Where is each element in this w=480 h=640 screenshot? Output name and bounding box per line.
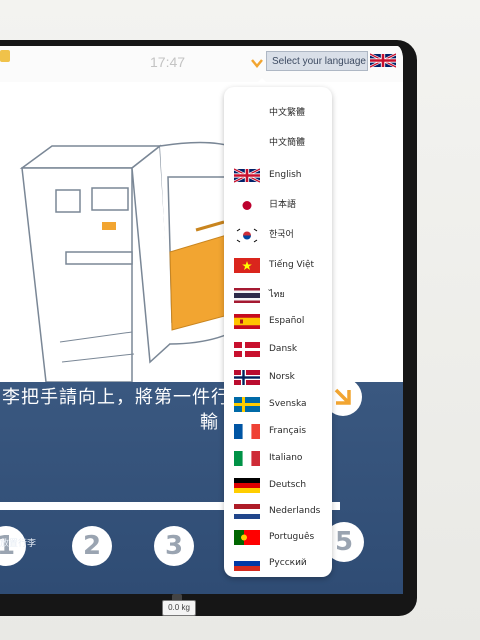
step-3: 3 bbox=[154, 526, 194, 566]
top-bar: 17:47 Select your language bbox=[0, 46, 403, 82]
uk-flag-icon[interactable] bbox=[370, 52, 396, 69]
language-option-swedish[interactable]: Svenska bbox=[224, 392, 332, 416]
language-label: Tiếng Việt bbox=[269, 260, 315, 270]
logo bbox=[0, 50, 10, 62]
language-option-italian[interactable]: Italiano bbox=[224, 446, 332, 470]
language-label: Svenska bbox=[269, 399, 307, 409]
language-option-thai[interactable]: ไทย bbox=[224, 283, 332, 307]
language-option-german[interactable]: Deutsch bbox=[224, 473, 332, 497]
step-2: 2 bbox=[72, 526, 112, 566]
language-label: Português bbox=[269, 532, 315, 542]
language-option-zh-hant[interactable]: 中文繁體 bbox=[224, 101, 332, 125]
language-label: 中文簡體 bbox=[269, 138, 306, 148]
spain-flag-icon bbox=[234, 314, 260, 329]
instruction-line-2: 輸 bbox=[200, 412, 219, 433]
language-option-spanish[interactable]: Español bbox=[224, 309, 332, 333]
uk-flag-icon bbox=[234, 168, 260, 183]
language-option-vietnamese[interactable]: Tiếng Việt bbox=[224, 253, 332, 277]
japan-flag-icon bbox=[242, 201, 252, 210]
language-label: Nederlands bbox=[269, 506, 321, 516]
norway-flag-icon bbox=[234, 370, 260, 385]
germany-flag-icon bbox=[234, 478, 260, 493]
language-option-french[interactable]: Français bbox=[224, 419, 332, 443]
language-dropdown: 中文繁體 中文簡體 English 日本語 한국어 Tiếng Việt ไทย… bbox=[224, 87, 332, 577]
language-option-korean[interactable]: 한국어 bbox=[224, 223, 332, 247]
chevron-down-icon[interactable] bbox=[250, 56, 264, 70]
language-label: Norsk bbox=[269, 372, 295, 382]
language-select[interactable]: Select your language bbox=[266, 51, 368, 71]
language-label: Italiano bbox=[269, 453, 303, 463]
weight-readout: 0.0 kg bbox=[162, 600, 196, 616]
language-label: 한국어 bbox=[269, 230, 294, 240]
vietnam-flag-icon bbox=[234, 258, 260, 273]
language-label: Español bbox=[269, 316, 305, 326]
language-option-norwegian[interactable]: Norsk bbox=[224, 365, 332, 389]
thailand-flag-icon bbox=[234, 288, 260, 303]
step-1-label: 放置行李 bbox=[0, 539, 37, 549]
language-option-russian[interactable]: Русский bbox=[224, 551, 332, 575]
italy-flag-icon bbox=[234, 451, 260, 466]
language-label: Русский bbox=[269, 558, 307, 568]
language-option-danish[interactable]: Dansk bbox=[224, 337, 332, 361]
denmark-flag-icon bbox=[234, 342, 260, 357]
baggage-machine-illustration bbox=[19, 141, 263, 383]
language-label: ไทย bbox=[269, 290, 285, 300]
portugal-flag-icon bbox=[234, 530, 260, 545]
language-option-japanese[interactable]: 日本語 bbox=[224, 193, 332, 217]
sweden-flag-icon bbox=[234, 397, 260, 412]
language-label: Dansk bbox=[269, 344, 298, 354]
netherlands-flag-icon bbox=[234, 504, 260, 519]
clock: 17:47 bbox=[150, 54, 186, 70]
language-option-zh-hans[interactable]: 中文簡體 bbox=[224, 131, 332, 155]
language-label: Français bbox=[269, 426, 307, 436]
language-label: Deutsch bbox=[269, 480, 307, 490]
korea-flag-icon bbox=[234, 228, 260, 243]
instruction-line-1: 李把手請向上，將第一件行 bbox=[2, 387, 230, 408]
russia-flag-icon bbox=[234, 556, 260, 571]
language-option-dutch[interactable]: Nederlands bbox=[224, 499, 332, 523]
language-label: 中文繁體 bbox=[269, 108, 306, 118]
language-label: 日本語 bbox=[269, 200, 297, 210]
language-option-english[interactable]: English bbox=[224, 163, 332, 187]
france-flag-icon bbox=[234, 424, 260, 439]
language-label: English bbox=[269, 170, 302, 180]
language-option-portuguese[interactable]: Português bbox=[224, 525, 332, 549]
